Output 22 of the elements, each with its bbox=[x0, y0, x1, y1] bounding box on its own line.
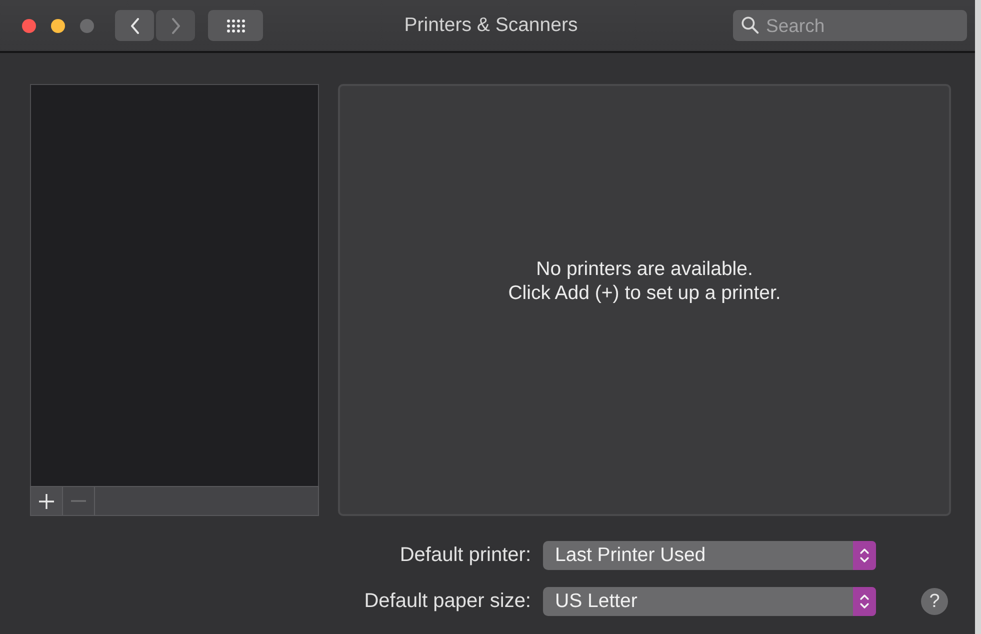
help-button[interactable]: ? bbox=[921, 588, 948, 615]
setting-label: Default paper size: bbox=[364, 590, 531, 613]
grid-icon bbox=[226, 18, 245, 32]
popup-button[interactable]: US Letter bbox=[543, 587, 876, 616]
setting-label: Default printer: bbox=[400, 544, 531, 567]
popup-button[interactable]: Last Printer Used bbox=[543, 541, 876, 570]
chevron-left-icon bbox=[130, 18, 138, 34]
window-title: Printers & Scanners bbox=[403, 14, 579, 37]
chevron-right-icon bbox=[172, 18, 180, 34]
show-all-button[interactable] bbox=[208, 10, 263, 41]
minimize-button[interactable] bbox=[51, 18, 65, 32]
setup-hint: Click Add (+) to set up a printer. bbox=[508, 281, 781, 305]
search-field[interactable]: Search bbox=[733, 10, 967, 41]
back-button[interactable] bbox=[115, 10, 154, 41]
plus-icon bbox=[39, 494, 54, 508]
minus-icon bbox=[71, 500, 86, 502]
empty-message: No printers are available. bbox=[536, 257, 753, 281]
search-icon bbox=[741, 16, 759, 34]
add-button[interactable] bbox=[31, 487, 63, 515]
up-down-arrows-icon bbox=[853, 587, 876, 616]
close-button[interactable] bbox=[22, 18, 36, 32]
up-down-arrows-icon bbox=[853, 541, 876, 570]
